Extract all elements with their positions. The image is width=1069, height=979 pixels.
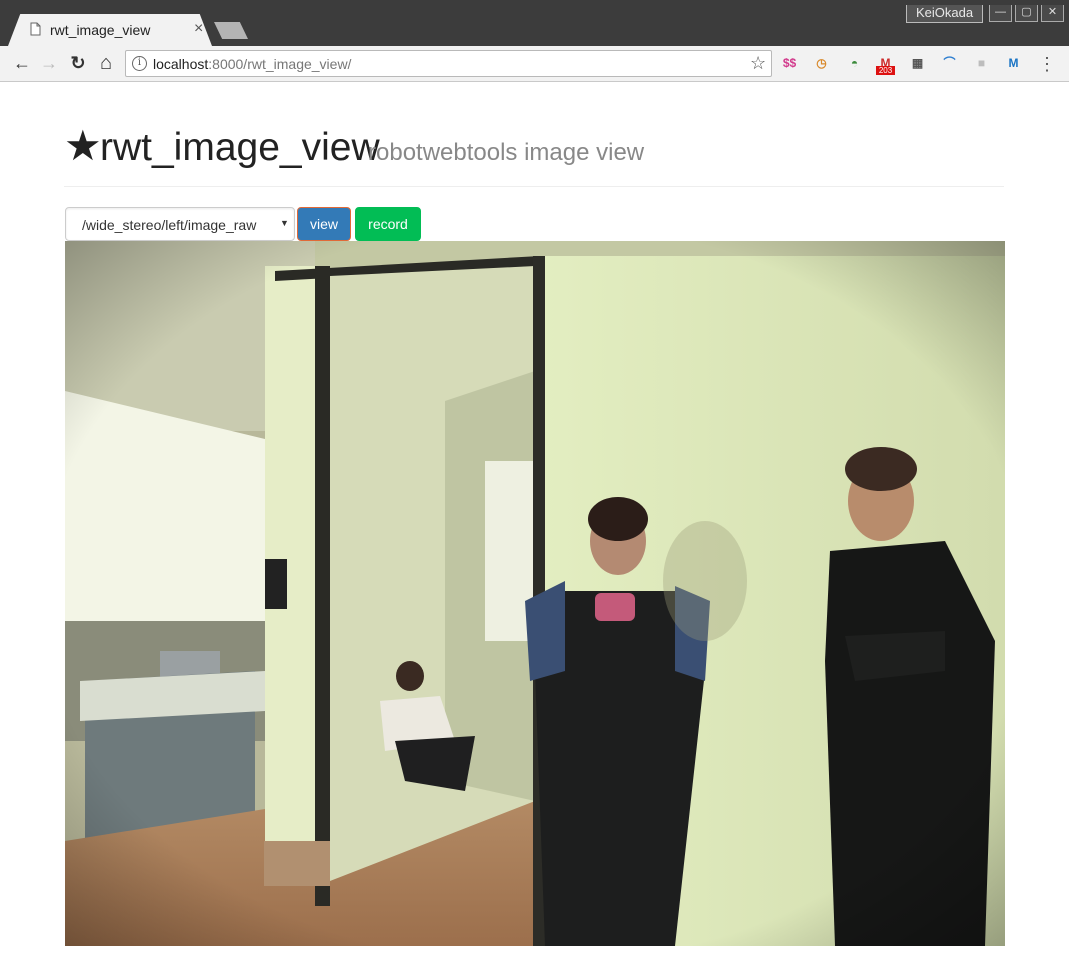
clock-ext-glyph: ◷ xyxy=(816,56,827,70)
grey-ext-icon[interactable]: ■ xyxy=(972,54,991,73)
translate-ext-glyph: $$ xyxy=(782,56,797,70)
arc-ext-icon[interactable]: ⌒ xyxy=(940,54,959,73)
url-host: localhost xyxy=(153,56,209,72)
bookmark-star-icon[interactable]: ☆ xyxy=(750,53,766,74)
minimize-button[interactable]: — xyxy=(989,5,1012,22)
gmail-badge: 203 xyxy=(876,66,895,75)
info-icon[interactable]: i xyxy=(132,56,147,71)
grey-ext-glyph: ■ xyxy=(977,56,986,70)
profile-name-button[interactable]: KeiOkada xyxy=(906,5,983,23)
home-icon[interactable]: ⌂ xyxy=(95,52,117,74)
page-viewport: ★ rwt_image_view robotwebtools image vie… xyxy=(4,82,1066,979)
arc-ext-glyph: ⌒ xyxy=(943,56,956,70)
close-window-button[interactable]: ✕ xyxy=(1041,5,1064,22)
camera-image xyxy=(65,241,1005,946)
new-tab-button[interactable] xyxy=(214,22,248,39)
reload-icon[interactable]: ↻ xyxy=(67,52,89,74)
m-ext-glyph: M xyxy=(1008,56,1019,70)
calendar-ext-icon[interactable]: ▦ xyxy=(908,54,927,73)
record-button[interactable]: record xyxy=(355,207,421,241)
view-button[interactable]: view xyxy=(297,207,351,241)
page-title: rwt_image_view xyxy=(100,126,380,169)
tab-close-icon[interactable]: × xyxy=(194,20,203,38)
address-bar[interactable]: i localhost:8000/rwt_image_view/ ☆ xyxy=(125,50,772,77)
m-ext-icon[interactable]: M xyxy=(1004,54,1023,73)
browser-tab-active[interactable]: rwt_image_view × xyxy=(8,14,212,46)
calendar-ext-glyph: ▦ xyxy=(911,56,924,70)
tab-title: rwt_image_view xyxy=(50,22,151,38)
page-icon xyxy=(30,22,41,36)
topic-select[interactable]: /wide_stereo/left/image_raw ▼ xyxy=(65,207,295,241)
back-arrow-icon[interactable]: ← xyxy=(11,52,33,74)
browser-toolbar: ← → ↻ ⌂ i localhost:8000/rwt_image_view/… xyxy=(0,46,1069,82)
rainbow-ext-glyph: ◓ xyxy=(850,56,859,70)
camera-image-svg xyxy=(65,241,1005,946)
browser-title-bar: rwt_image_view × KeiOkada — ▢ ✕ xyxy=(0,0,1069,46)
page-header: ★ rwt_image_view robotwebtools image vie… xyxy=(64,124,1004,187)
chevron-down-icon: ▼ xyxy=(280,218,289,228)
address-url: localhost:8000/rwt_image_view/ xyxy=(153,56,351,72)
maximize-button[interactable]: ▢ xyxy=(1015,5,1038,22)
forward-arrow-icon[interactable]: → xyxy=(38,52,60,74)
star-icon: ★ xyxy=(64,121,102,170)
translate-ext-icon[interactable]: $$ xyxy=(780,54,799,73)
clock-ext-icon[interactable]: ◷ xyxy=(812,54,831,73)
topic-select-value: /wide_stereo/left/image_raw xyxy=(82,217,257,233)
page-subtitle: robotwebtools image view xyxy=(368,139,645,166)
rainbow-ext-icon[interactable]: ◓ xyxy=(845,54,864,73)
gmail-ext-icon[interactable]: M 203 xyxy=(876,54,895,75)
url-path: :8000/rwt_image_view/ xyxy=(208,56,352,72)
browser-menu-icon[interactable]: ⋮ xyxy=(1038,52,1056,76)
